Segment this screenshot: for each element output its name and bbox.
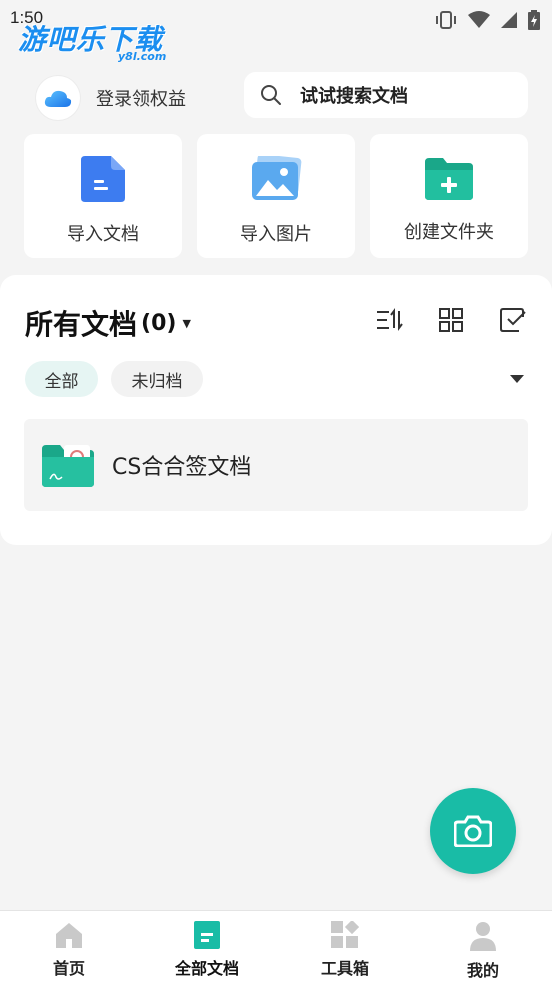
filter-dropdown-icon[interactable]	[510, 375, 524, 383]
image-icon	[252, 156, 302, 200]
folder-add-icon	[425, 158, 473, 200]
signal-icon	[501, 12, 517, 28]
document-name: CS合合签文档	[112, 455, 252, 480]
import-image-button[interactable]: 导入图片	[197, 134, 355, 258]
chevron-down-icon: ▼	[182, 316, 191, 330]
home-icon	[56, 923, 82, 948]
vibrate-icon	[436, 11, 456, 29]
search-input[interactable]: 试试搜索文档	[244, 72, 528, 118]
toolbox-icon	[331, 921, 359, 948]
grid-icon	[439, 308, 463, 332]
login-label: 登录领权益	[96, 89, 186, 110]
nav-item-home[interactable]: 首页	[0, 911, 138, 987]
nav-label-all-documents: 全部文档	[174, 959, 239, 978]
list-item[interactable]: CS合合签文档	[24, 419, 528, 511]
nav-label-home: 首页	[52, 959, 85, 978]
document-icon	[81, 156, 125, 202]
sort-button[interactable]	[374, 305, 404, 335]
cloud-icon	[44, 90, 72, 107]
page-title: 所有文档	[25, 308, 138, 341]
filter-chip-all[interactable]: 全部	[25, 361, 98, 397]
import-image-label: 导入图片	[240, 224, 312, 245]
multi-select-button[interactable]	[498, 305, 528, 335]
nav-item-toolbox[interactable]: 工具箱	[276, 911, 414, 987]
document-count: (0)	[141, 310, 177, 336]
quick-actions: 导入文档 导入图片 创建文件夹	[24, 134, 528, 258]
status-icons	[434, 10, 540, 30]
wifi-icon	[468, 11, 490, 28]
search-placeholder: 试试搜索文档	[300, 86, 408, 107]
camera-icon	[454, 815, 492, 847]
folder-icon	[42, 445, 94, 487]
create-folder-label: 创建文件夹	[404, 222, 494, 243]
login-button[interactable]: 登录领权益	[36, 76, 186, 120]
profile-icon	[470, 922, 496, 951]
watermark-sub: y8l.com	[118, 50, 167, 63]
documents-title-dropdown[interactable]: 所有文档 (0) ▼	[25, 303, 191, 343]
docs-icon	[194, 921, 220, 949]
import-document-label: 导入文档	[67, 224, 139, 245]
nav-item-profile[interactable]: 我的	[414, 911, 552, 987]
nav-label-toolbox: 工具箱	[320, 959, 369, 978]
import-document-button[interactable]: 导入文档	[24, 134, 182, 258]
search-icon	[261, 85, 281, 105]
sort-icon	[377, 308, 403, 331]
camera-button[interactable]	[430, 788, 516, 874]
documents-panel: 所有文档 (0) ▼ 全部 未归档 CS合合签文档	[0, 275, 552, 545]
nav-label-profile: 我的	[466, 961, 499, 980]
nav-item-all-documents[interactable]: 全部文档	[138, 911, 276, 987]
grid-view-button[interactable]	[436, 305, 466, 335]
checkbox-icon	[500, 308, 526, 332]
avatar	[36, 76, 80, 120]
battery-icon	[528, 10, 540, 30]
create-folder-button[interactable]: 创建文件夹	[370, 134, 528, 258]
bottom-nav: 首页 全部文档 工具箱 我的	[0, 910, 552, 987]
filter-chip-unfiled[interactable]: 未归档	[111, 361, 203, 397]
